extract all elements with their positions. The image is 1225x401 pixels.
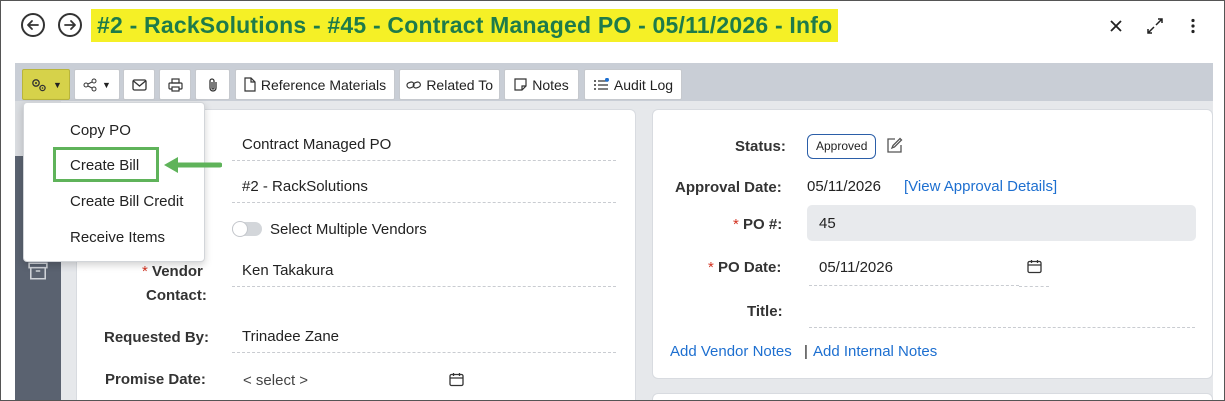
- gears-icon: [32, 78, 46, 91]
- share-icon: [83, 78, 97, 91]
- arrow-right-icon: [64, 20, 76, 30]
- view-approval-details-link[interactable]: [View Approval Details]: [904, 178, 1057, 195]
- multi-vendor-label: Select Multiple Vendors: [270, 221, 427, 238]
- po-type-value[interactable]: Contract Managed PO: [242, 136, 391, 153]
- menu-item-receive-items[interactable]: Receive Items: [70, 229, 165, 246]
- arrow-left-icon: [164, 157, 222, 173]
- chevron-down-icon: ▼: [102, 79, 111, 90]
- audit-log-label: Audit Log: [613, 76, 674, 93]
- related-to-label: Related To: [426, 76, 493, 93]
- calendar-icon[interactable]: [1027, 259, 1042, 274]
- more-vertical-icon: [1191, 18, 1195, 34]
- link-icon: [406, 80, 421, 89]
- vendor-contact-label-2: Contact:: [146, 287, 207, 304]
- expand-icon: [1147, 18, 1163, 34]
- approval-date-label: Approval Date:: [675, 179, 782, 196]
- share-button[interactable]: ▼: [74, 69, 120, 100]
- archive-icon[interactable]: [28, 260, 48, 282]
- back-button[interactable]: [21, 13, 45, 37]
- paperclip-icon: [208, 77, 217, 92]
- next-panel: [652, 393, 1213, 400]
- calendar-icon[interactable]: [449, 372, 464, 387]
- menu-item-create-bill-credit[interactable]: Create Bill Credit: [70, 193, 183, 210]
- status-label: Status:: [735, 138, 786, 155]
- attach-button[interactable]: [195, 69, 230, 100]
- create-bill-highlight: [53, 147, 159, 182]
- chevron-down-icon: ▼: [53, 79, 62, 90]
- promise-date-label: Promise Date:: [105, 371, 206, 388]
- header: #2 - RackSolutions - #45 - Contract Mana…: [1, 1, 1224, 56]
- actions-button[interactable]: ▼: [22, 69, 70, 100]
- requested-by-label: Requested By:: [104, 329, 210, 346]
- title-label: Title:: [747, 303, 783, 320]
- po-number-field[interactable]: [807, 205, 1196, 241]
- close-button[interactable]: [1105, 15, 1127, 37]
- add-internal-notes-link[interactable]: Add Internal Notes: [813, 343, 937, 360]
- note-icon: [514, 78, 527, 91]
- more-button[interactable]: [1182, 15, 1204, 37]
- po-date-input[interactable]: 05/11/2026: [819, 259, 893, 276]
- notes-label: Notes: [532, 76, 569, 93]
- print-button[interactable]: [159, 69, 191, 100]
- document-icon: [244, 77, 256, 92]
- reference-materials-label: Reference Materials: [260, 76, 387, 93]
- list-icon: [593, 77, 609, 90]
- status-badge: Approved: [807, 134, 877, 159]
- forward-button[interactable]: [58, 13, 82, 37]
- related-to-button[interactable]: Related To: [399, 69, 500, 100]
- window: #2 - RackSolutions - #45 - Contract Mana…: [0, 0, 1225, 401]
- reference-materials-button[interactable]: Reference Materials: [235, 69, 395, 100]
- page-title: #2 - RackSolutions - #45 - Contract Mana…: [91, 9, 839, 42]
- add-vendor-notes-link[interactable]: Add Vendor Notes: [670, 343, 792, 360]
- vendor-contact-value[interactable]: Ken Takakura: [242, 262, 333, 279]
- vendor-value[interactable]: #2 - RackSolutions: [242, 178, 368, 195]
- notes-separator: |: [804, 343, 808, 360]
- vendor-contact-label: * Vendor: [142, 263, 203, 280]
- email-button[interactable]: [123, 69, 155, 100]
- multi-vendor-toggle[interactable]: [232, 221, 262, 237]
- po-number-value: 45: [819, 215, 836, 232]
- po-date-label: * PO Date:: [708, 259, 782, 276]
- menu-item-copy-po[interactable]: Copy PO: [70, 122, 131, 139]
- po-number-label: * PO #:: [733, 216, 783, 233]
- arrow-left-icon: [27, 20, 39, 30]
- envelope-icon: [131, 78, 147, 91]
- expand-button[interactable]: [1144, 15, 1166, 37]
- edit-icon[interactable]: [886, 137, 903, 154]
- approval-date-value: 05/11/2026: [807, 178, 881, 195]
- requested-by-value[interactable]: Trinadee Zane: [242, 328, 339, 345]
- audit-log-button[interactable]: Audit Log: [584, 69, 682, 100]
- close-icon: [1110, 20, 1122, 32]
- notes-button[interactable]: Notes: [504, 69, 579, 100]
- printer-icon: [167, 77, 183, 92]
- promise-date-input[interactable]: < select >: [243, 372, 308, 389]
